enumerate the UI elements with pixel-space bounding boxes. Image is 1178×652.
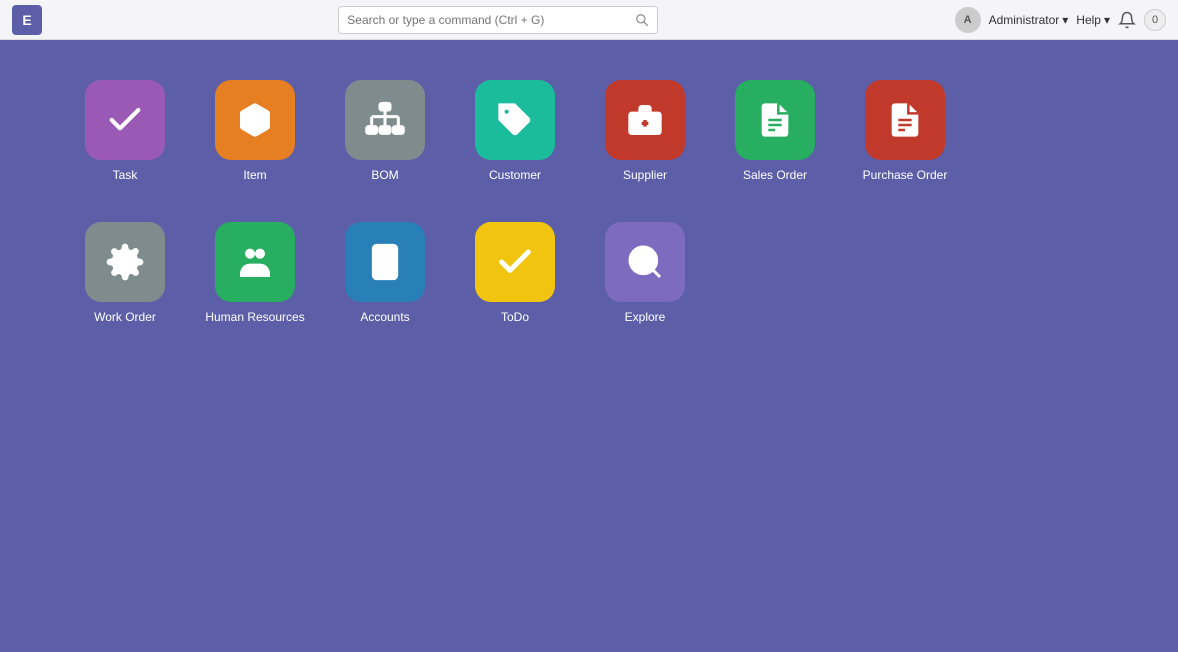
help-menu-button[interactable]: Help ▾ <box>1076 13 1110 27</box>
search-input[interactable] <box>347 13 629 27</box>
bell-icon <box>1118 11 1136 29</box>
explore-icon <box>605 222 685 302</box>
human-resources-icon <box>215 222 295 302</box>
explore-label: Explore <box>625 310 666 324</box>
app-item-item[interactable]: Item <box>190 80 320 182</box>
sales-order-icon <box>735 80 815 160</box>
accounts-label: Accounts <box>360 310 409 324</box>
search-bar <box>338 6 658 34</box>
app-row-2: Work Order Human Resources <box>60 222 1118 334</box>
customer-icon <box>475 80 555 160</box>
purchase-order-icon <box>865 80 945 160</box>
notification-button[interactable] <box>1118 11 1136 29</box>
admin-dropdown-icon: ▾ <box>1062 13 1068 27</box>
search-container <box>52 6 945 34</box>
app-item-work-order[interactable]: Work Order <box>60 222 190 324</box>
search-button[interactable] <box>635 13 649 27</box>
supplier-icon <box>605 80 685 160</box>
item-label: Item <box>243 168 266 182</box>
human-resources-label: Human Resources <box>205 310 304 324</box>
app-item-bom[interactable]: BOM <box>320 80 450 182</box>
search-icon <box>635 13 649 27</box>
main-content: Task Item <box>0 40 1178 374</box>
app-item-human-resources[interactable]: Human Resources <box>190 222 320 324</box>
help-dropdown-icon: ▾ <box>1104 13 1110 27</box>
help-label: Help <box>1076 13 1101 27</box>
work-order-label: Work Order <box>94 310 156 324</box>
todo-label: ToDo <box>501 310 529 324</box>
avatar: A <box>955 7 981 33</box>
work-order-icon <box>85 222 165 302</box>
app-item-purchase-order[interactable]: Purchase Order <box>840 80 970 182</box>
app-item-todo[interactable]: ToDo <box>450 222 580 324</box>
logo-button[interactable]: E <box>12 5 42 35</box>
bom-icon <box>345 80 425 160</box>
app-item-sales-order[interactable]: Sales Order <box>710 80 840 182</box>
header-right: A Administrator ▾ Help ▾ 0 <box>955 7 1166 33</box>
app-item-task[interactable]: Task <box>60 80 190 182</box>
sales-order-label: Sales Order <box>743 168 807 182</box>
purchase-order-label: Purchase Order <box>863 168 948 182</box>
app-item-accounts[interactable]: Accounts <box>320 222 450 324</box>
item-icon <box>215 80 295 160</box>
notification-count-badge[interactable]: 0 <box>1144 9 1166 31</box>
customer-label: Customer <box>489 168 541 182</box>
bom-label: BOM <box>371 168 398 182</box>
app-item-explore[interactable]: Explore <box>580 222 710 324</box>
app-item-customer[interactable]: Customer <box>450 80 580 182</box>
task-icon <box>85 80 165 160</box>
header: E A Administrator ▾ Help ▾ <box>0 0 1178 40</box>
accounts-icon <box>345 222 425 302</box>
app-item-supplier[interactable]: Supplier <box>580 80 710 182</box>
app-row-1: Task Item <box>60 80 1118 192</box>
supplier-label: Supplier <box>623 168 667 182</box>
admin-menu-button[interactable]: Administrator ▾ <box>989 13 1069 27</box>
admin-label: Administrator <box>989 13 1060 27</box>
task-label: Task <box>113 168 138 182</box>
todo-icon <box>475 222 555 302</box>
